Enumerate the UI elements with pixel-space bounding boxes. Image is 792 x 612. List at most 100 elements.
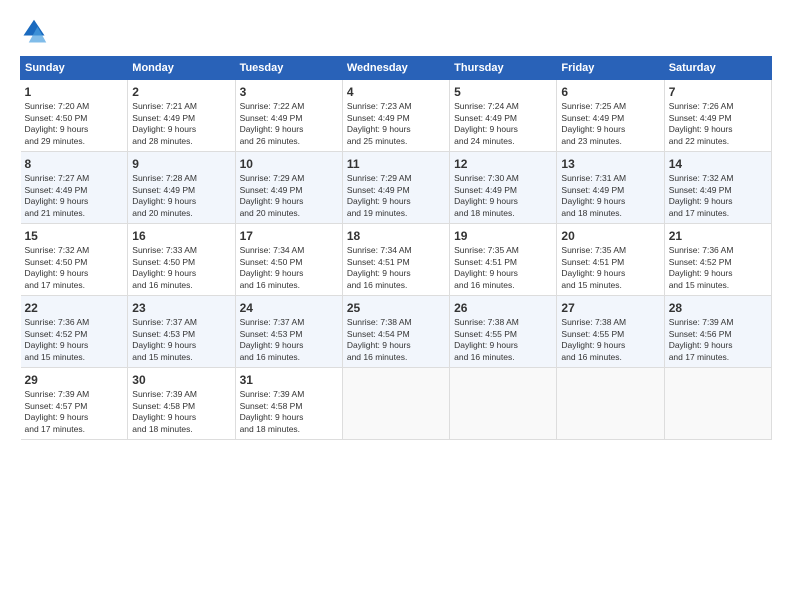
cell-week3-day5: 19Sunrise: 7:35 AMSunset: 4:51 PMDayligh… [450,224,557,296]
day-info: Sunset: 4:49 PM [561,113,659,124]
day-number: 10 [240,156,338,172]
day-info: Sunset: 4:54 PM [347,329,445,340]
day-info: Daylight: 9 hours [561,196,659,207]
day-info: Daylight: 9 hours [347,124,445,135]
day-info: and 18 minutes. [132,424,230,435]
day-info: Sunrise: 7:33 AM [132,245,230,256]
cell-week2-day1: 8Sunrise: 7:27 AMSunset: 4:49 PMDaylight… [21,152,128,224]
cell-week2-day4: 11Sunrise: 7:29 AMSunset: 4:49 PMDayligh… [342,152,449,224]
day-number: 19 [454,228,552,244]
day-info: Sunset: 4:55 PM [454,329,552,340]
cell-week5-day5 [450,368,557,440]
calendar-table: SundayMondayTuesdayWednesdayThursdayFrid… [20,56,772,440]
day-number: 17 [240,228,338,244]
day-number: 22 [25,300,124,316]
day-info: Daylight: 9 hours [669,196,767,207]
cell-week5-day4 [342,368,449,440]
day-info: Sunrise: 7:29 AM [347,173,445,184]
day-info: Sunrise: 7:38 AM [454,317,552,328]
day-info: and 17 minutes. [25,424,124,435]
day-info: Daylight: 9 hours [561,268,659,279]
day-info: and 15 minutes. [669,280,767,291]
cell-week1-day1: 1Sunrise: 7:20 AMSunset: 4:50 PMDaylight… [21,80,128,152]
day-info: Sunrise: 7:23 AM [347,101,445,112]
day-info: Sunset: 4:49 PM [347,113,445,124]
day-info: and 17 minutes. [25,280,124,291]
cell-week4-day5: 26Sunrise: 7:38 AMSunset: 4:55 PMDayligh… [450,296,557,368]
day-info: Sunset: 4:49 PM [132,185,230,196]
day-info: Sunrise: 7:20 AM [25,101,124,112]
cell-week1-day7: 7Sunrise: 7:26 AMSunset: 4:49 PMDaylight… [664,80,771,152]
day-info: Daylight: 9 hours [240,124,338,135]
day-info: Sunrise: 7:31 AM [561,173,659,184]
day-info: Daylight: 9 hours [25,196,124,207]
day-info: Daylight: 9 hours [454,124,552,135]
day-info: Sunset: 4:49 PM [669,185,767,196]
day-info: Daylight: 9 hours [25,340,124,351]
day-number: 20 [561,228,659,244]
day-info: Sunrise: 7:21 AM [132,101,230,112]
cell-week3-day7: 21Sunrise: 7:36 AMSunset: 4:52 PMDayligh… [664,224,771,296]
cell-week1-day6: 6Sunrise: 7:25 AMSunset: 4:49 PMDaylight… [557,80,664,152]
day-info: Sunset: 4:55 PM [561,329,659,340]
cell-week2-day3: 10Sunrise: 7:29 AMSunset: 4:49 PMDayligh… [235,152,342,224]
day-info: and 28 minutes. [132,136,230,147]
day-number: 1 [25,84,124,100]
day-info: Daylight: 9 hours [669,340,767,351]
day-info: Sunrise: 7:32 AM [25,245,124,256]
day-info: Sunset: 4:52 PM [25,329,124,340]
header-day-saturday: Saturday [664,57,771,80]
day-info: and 24 minutes. [454,136,552,147]
day-number: 18 [347,228,445,244]
day-info: and 29 minutes. [25,136,124,147]
cell-week2-day6: 13Sunrise: 7:31 AMSunset: 4:49 PMDayligh… [557,152,664,224]
day-info: Daylight: 9 hours [240,196,338,207]
day-info: Daylight: 9 hours [240,412,338,423]
day-number: 5 [454,84,552,100]
cell-week1-day4: 4Sunrise: 7:23 AMSunset: 4:49 PMDaylight… [342,80,449,152]
day-info: and 15 minutes. [25,352,124,363]
day-info: Sunrise: 7:34 AM [347,245,445,256]
day-info: Sunrise: 7:36 AM [25,317,124,328]
day-number: 14 [669,156,767,172]
day-info: Daylight: 9 hours [132,268,230,279]
day-info: Sunrise: 7:39 AM [669,317,767,328]
header-day-thursday: Thursday [450,57,557,80]
cell-week3-day3: 17Sunrise: 7:34 AMSunset: 4:50 PMDayligh… [235,224,342,296]
day-info: Sunrise: 7:26 AM [669,101,767,112]
week-row-5: 29Sunrise: 7:39 AMSunset: 4:57 PMDayligh… [21,368,772,440]
day-info: Sunset: 4:49 PM [240,185,338,196]
day-info: Daylight: 9 hours [561,124,659,135]
day-number: 23 [132,300,230,316]
day-info: Sunrise: 7:37 AM [240,317,338,328]
day-info: Sunset: 4:49 PM [240,113,338,124]
day-info: Sunset: 4:49 PM [25,185,124,196]
day-info: Sunset: 4:49 PM [454,113,552,124]
header-day-sunday: Sunday [21,57,128,80]
day-info: and 26 minutes. [240,136,338,147]
day-info: Sunset: 4:53 PM [240,329,338,340]
day-info: and 19 minutes. [347,208,445,219]
day-info: Sunset: 4:52 PM [669,257,767,268]
day-info: and 20 minutes. [132,208,230,219]
day-info: Sunset: 4:57 PM [25,401,124,412]
cell-week4-day7: 28Sunrise: 7:39 AMSunset: 4:56 PMDayligh… [664,296,771,368]
day-number: 3 [240,84,338,100]
cell-week3-day6: 20Sunrise: 7:35 AMSunset: 4:51 PMDayligh… [557,224,664,296]
day-info: Sunset: 4:58 PM [132,401,230,412]
day-info: Sunset: 4:49 PM [132,113,230,124]
day-info: and 16 minutes. [347,352,445,363]
cell-week4-day1: 22Sunrise: 7:36 AMSunset: 4:52 PMDayligh… [21,296,128,368]
day-info: and 23 minutes. [561,136,659,147]
header [20,18,772,46]
day-number: 21 [669,228,767,244]
day-info: Daylight: 9 hours [454,196,552,207]
day-info: Sunrise: 7:28 AM [132,173,230,184]
day-info: Sunrise: 7:35 AM [561,245,659,256]
day-number: 25 [347,300,445,316]
day-info: Daylight: 9 hours [25,412,124,423]
day-info: and 16 minutes. [561,352,659,363]
day-number: 9 [132,156,230,172]
week-row-2: 8Sunrise: 7:27 AMSunset: 4:49 PMDaylight… [21,152,772,224]
day-info: Sunset: 4:51 PM [561,257,659,268]
